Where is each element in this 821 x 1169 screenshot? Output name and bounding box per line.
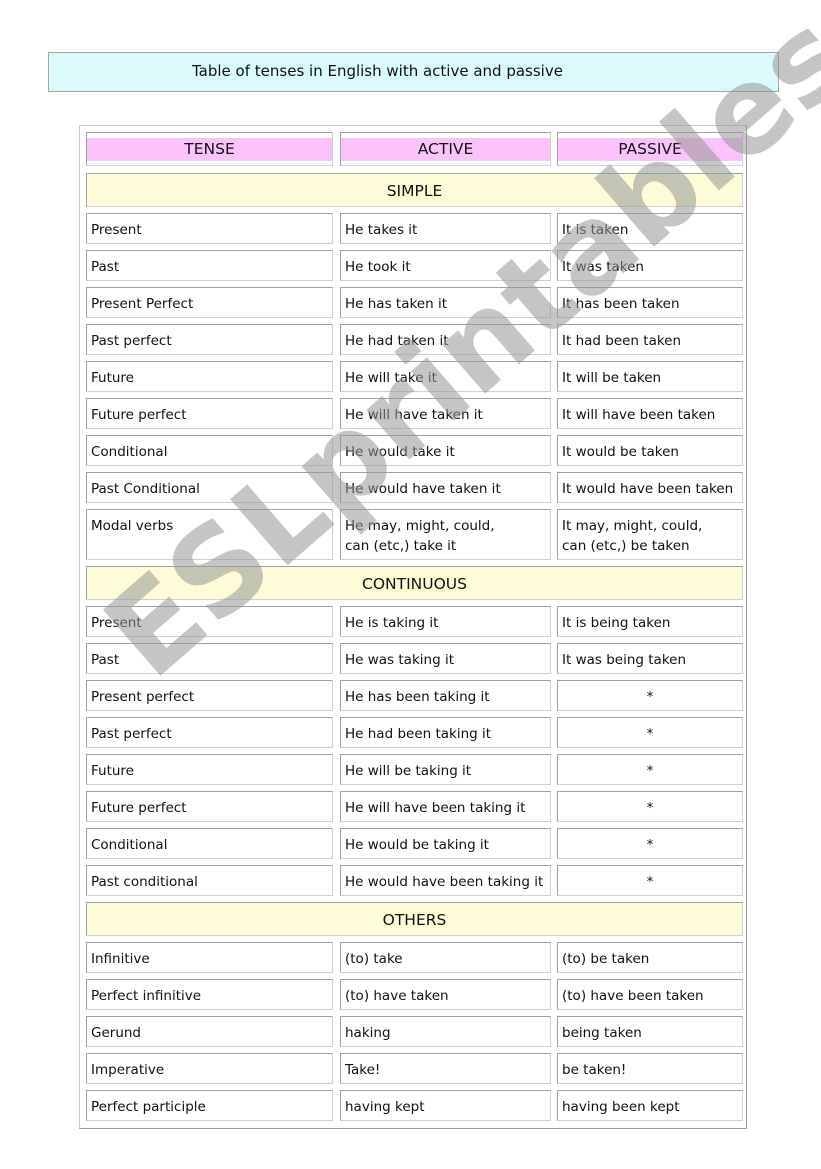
active-cell: He will have taken it <box>340 398 551 429</box>
section-header-simple: SIMPLE <box>86 173 743 207</box>
section-header-continuous: CONTINUOUS <box>86 566 743 600</box>
passive-cell: It had been taken <box>557 324 743 355</box>
column-header-label: TENSE <box>184 140 235 158</box>
tense-cell: Future <box>86 361 333 392</box>
active-cell: He will be taking it <box>340 754 551 785</box>
active-cell: Take! <box>340 1053 551 1084</box>
passive-cell: It has been taken <box>557 287 743 318</box>
active-cell: He would have been taking it <box>340 865 551 896</box>
tense-cell: Past perfect <box>86 717 333 748</box>
tense-cell: Past <box>86 250 333 281</box>
passive-cell: It was being taken <box>557 643 743 674</box>
column-header-active: ACTIVE <box>340 132 551 166</box>
tense-cell: Conditional <box>86 828 333 859</box>
tense-cell: Modal verbs <box>86 509 333 560</box>
passive-cell: * <box>557 680 743 711</box>
tense-cell: Perfect infinitive <box>86 979 333 1010</box>
column-header-label: ACTIVE <box>417 140 474 158</box>
tense-cell: Past <box>86 643 333 674</box>
column-header-passive: PASSIVE <box>557 132 743 166</box>
page-title: Table of tenses in English with active a… <box>192 62 563 80</box>
tense-cell: Past conditional <box>86 865 333 896</box>
passive-cell: having been kept <box>557 1090 743 1121</box>
active-cell: He takes it <box>340 213 551 244</box>
passive-cell: (to) be taken <box>557 942 743 973</box>
tense-cell: Gerund <box>86 1016 333 1047</box>
active-cell: having kept <box>340 1090 551 1121</box>
active-cell: He will have been taking it <box>340 791 551 822</box>
passive-cell: * <box>557 828 743 859</box>
passive-cell: * <box>557 754 743 785</box>
section-header-others: OTHERS <box>86 902 743 936</box>
tense-cell: Perfect participle <box>86 1090 333 1121</box>
passive-cell: It was taken <box>557 250 743 281</box>
active-cell: He has been taking it <box>340 680 551 711</box>
passive-cell: be taken! <box>557 1053 743 1084</box>
active-cell: He had been taking it <box>340 717 551 748</box>
tense-cell: Present <box>86 606 333 637</box>
passive-cell: It will have been taken <box>557 398 743 429</box>
passive-cell: * <box>557 717 743 748</box>
tense-cell: Future perfect <box>86 791 333 822</box>
passive-cell: (to) have been taken <box>557 979 743 1010</box>
active-cell: He is taking it <box>340 606 551 637</box>
tense-cell: Past perfect <box>86 324 333 355</box>
active-cell: He would be taking it <box>340 828 551 859</box>
passive-cell: It may, might, could, can (etc,) be taken <box>557 509 743 560</box>
passive-cell: It will be taken <box>557 361 743 392</box>
active-cell: He may, might, could, can (etc,) take it <box>340 509 551 560</box>
tense-cell: Conditional <box>86 435 333 466</box>
passive-cell: It would be taken <box>557 435 743 466</box>
passive-cell: being taken <box>557 1016 743 1047</box>
active-cell: (to) take <box>340 942 551 973</box>
tense-cell: Future perfect <box>86 398 333 429</box>
active-cell: He had taken it <box>340 324 551 355</box>
active-cell: He will take it <box>340 361 551 392</box>
active-cell: (to) have taken <box>340 979 551 1010</box>
column-header-label: PASSIVE <box>618 140 682 158</box>
tense-cell: Present perfect <box>86 680 333 711</box>
active-cell: He was taking it <box>340 643 551 674</box>
tense-cell: Future <box>86 754 333 785</box>
tense-cell: Past Conditional <box>86 472 333 503</box>
passive-cell: It is taken <box>557 213 743 244</box>
passive-cell: * <box>557 865 743 896</box>
passive-cell: * <box>557 791 743 822</box>
passive-cell: It is being taken <box>557 606 743 637</box>
active-cell: haking <box>340 1016 551 1047</box>
tense-cell: Present <box>86 213 333 244</box>
active-cell: He took it <box>340 250 551 281</box>
tense-cell: Infinitive <box>86 942 333 973</box>
passive-cell: It would have been taken <box>557 472 743 503</box>
active-cell: He would have taken it <box>340 472 551 503</box>
tense-cell: Imperative <box>86 1053 333 1084</box>
active-cell: He would take it <box>340 435 551 466</box>
title-box: Table of tenses in English with active a… <box>48 52 779 92</box>
tense-cell: Present Perfect <box>86 287 333 318</box>
active-cell: He has taken it <box>340 287 551 318</box>
column-header-tense: TENSE <box>86 132 333 166</box>
